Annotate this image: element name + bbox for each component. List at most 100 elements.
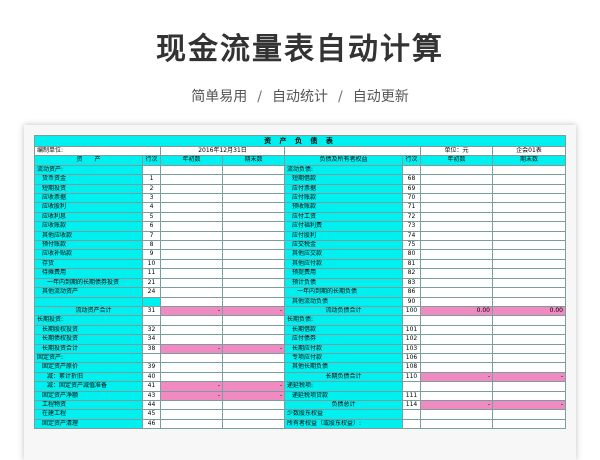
liability-end-value[interactable]: [492, 390, 566, 401]
liability-begin-value[interactable]: [420, 390, 493, 401]
asset-begin-value[interactable]: [160, 324, 223, 336]
liability-end-value[interactable]: [492, 362, 566, 373]
liability-begin-value[interactable]: -: [420, 371, 493, 383]
asset-end-value[interactable]: -: [222, 381, 285, 392]
asset-begin-value[interactable]: [160, 277, 223, 289]
asset-end-value[interactable]: [222, 287, 285, 298]
liability-begin-value[interactable]: [420, 334, 493, 345]
asset-begin-value[interactable]: [160, 249, 223, 260]
liability-begin-value[interactable]: [420, 287, 493, 298]
liability-end-value[interactable]: [492, 258, 566, 270]
liability-end-value[interactable]: [492, 409, 566, 420]
asset-begin-value[interactable]: [160, 174, 223, 185]
liability-end-value[interactable]: [492, 418, 566, 430]
liability-begin-value[interactable]: [420, 409, 493, 420]
liability-end-value[interactable]: -: [492, 371, 566, 383]
asset-end-value[interactable]: [222, 249, 285, 260]
asset-end-value[interactable]: [222, 352, 285, 364]
asset-begin-value[interactable]: [160, 352, 223, 364]
asset-begin-value[interactable]: [160, 409, 223, 420]
liability-end-value[interactable]: [492, 268, 566, 279]
liability-end-value[interactable]: [492, 249, 566, 260]
asset-end-value[interactable]: [222, 409, 285, 420]
liability-begin-value[interactable]: [420, 324, 493, 336]
asset-begin-value[interactable]: [160, 296, 223, 307]
liability-begin-value[interactable]: [420, 183, 493, 195]
liability-end-value[interactable]: [492, 296, 566, 307]
asset-end-value[interactable]: [222, 399, 285, 411]
liability-end-value[interactable]: [492, 352, 566, 364]
asset-end-value[interactable]: -: [222, 343, 285, 354]
asset-end-value[interactable]: -: [222, 305, 285, 317]
liability-end-value[interactable]: [492, 315, 566, 326]
liability-begin-value[interactable]: [420, 277, 493, 289]
asset-begin-value[interactable]: [160, 230, 223, 242]
liability-begin-value[interactable]: [420, 211, 493, 223]
asset-end-value[interactable]: [222, 174, 285, 185]
asset-end-value[interactable]: [222, 202, 285, 213]
liability-begin-value[interactable]: [420, 174, 493, 185]
asset-end-value[interactable]: [222, 418, 285, 430]
asset-end-value[interactable]: [222, 211, 285, 223]
liability-end-value[interactable]: 0.00: [492, 305, 566, 317]
liability-begin-value[interactable]: [420, 362, 493, 373]
liability-begin-value[interactable]: -: [420, 399, 493, 411]
asset-begin-value[interactable]: [160, 221, 223, 232]
liability-begin-value[interactable]: [420, 343, 493, 354]
liability-begin-value[interactable]: [420, 418, 493, 430]
asset-end-value[interactable]: [222, 221, 285, 232]
asset-begin-value[interactable]: [160, 211, 223, 223]
liability-end-value[interactable]: [492, 174, 566, 185]
liability-end-value[interactable]: [492, 324, 566, 336]
liability-end-value[interactable]: [492, 381, 566, 392]
liability-end-value[interactable]: [492, 240, 566, 251]
asset-begin-value[interactable]: [160, 164, 223, 176]
asset-end-value[interactable]: [222, 315, 285, 326]
liability-begin-value[interactable]: [420, 249, 493, 260]
liability-end-value[interactable]: [492, 193, 566, 204]
liability-end-value[interactable]: [492, 343, 566, 354]
liability-begin-value[interactable]: 0.00: [420, 305, 493, 317]
asset-begin-value[interactable]: -: [160, 381, 223, 392]
asset-begin-value[interactable]: [160, 315, 223, 326]
liability-begin-value[interactable]: [420, 164, 493, 176]
liability-begin-value[interactable]: [420, 221, 493, 232]
asset-end-value[interactable]: [222, 371, 285, 383]
asset-begin-value[interactable]: [160, 193, 223, 204]
liability-end-value[interactable]: [492, 277, 566, 289]
liability-begin-value[interactable]: [420, 315, 493, 326]
asset-begin-value[interactable]: [160, 371, 223, 383]
asset-begin-value[interactable]: -: [160, 343, 223, 354]
liability-end-value[interactable]: [492, 211, 566, 223]
asset-end-value[interactable]: [222, 193, 285, 204]
asset-begin-value[interactable]: [160, 287, 223, 298]
asset-begin-value[interactable]: -: [160, 305, 223, 317]
asset-begin-value[interactable]: [160, 183, 223, 195]
liability-end-value[interactable]: [492, 183, 566, 195]
asset-end-value[interactable]: [222, 240, 285, 251]
liability-begin-value[interactable]: [420, 258, 493, 270]
liability-end-value[interactable]: [492, 164, 566, 176]
liability-begin-value[interactable]: [420, 381, 493, 392]
asset-end-value[interactable]: [222, 268, 285, 279]
asset-begin-value[interactable]: [160, 334, 223, 345]
asset-end-value[interactable]: [222, 230, 285, 242]
asset-end-value[interactable]: [222, 324, 285, 336]
asset-begin-value[interactable]: [160, 258, 223, 270]
asset-end-value[interactable]: [222, 334, 285, 345]
liability-begin-value[interactable]: [420, 296, 493, 307]
liability-begin-value[interactable]: [420, 352, 493, 364]
asset-begin-value[interactable]: [160, 268, 223, 279]
liability-end-value[interactable]: [492, 287, 566, 298]
asset-begin-value[interactable]: [160, 399, 223, 411]
liability-begin-value[interactable]: [420, 268, 493, 279]
liability-end-value[interactable]: [492, 334, 566, 345]
liability-begin-value[interactable]: [420, 230, 493, 242]
asset-begin-value[interactable]: [160, 202, 223, 213]
asset-begin-value[interactable]: [160, 362, 223, 373]
asset-begin-value[interactable]: -: [160, 390, 223, 401]
liability-begin-value[interactable]: [420, 240, 493, 251]
asset-begin-value[interactable]: [160, 418, 223, 430]
liability-end-value[interactable]: -: [492, 399, 566, 411]
asset-end-value[interactable]: -: [222, 390, 285, 401]
